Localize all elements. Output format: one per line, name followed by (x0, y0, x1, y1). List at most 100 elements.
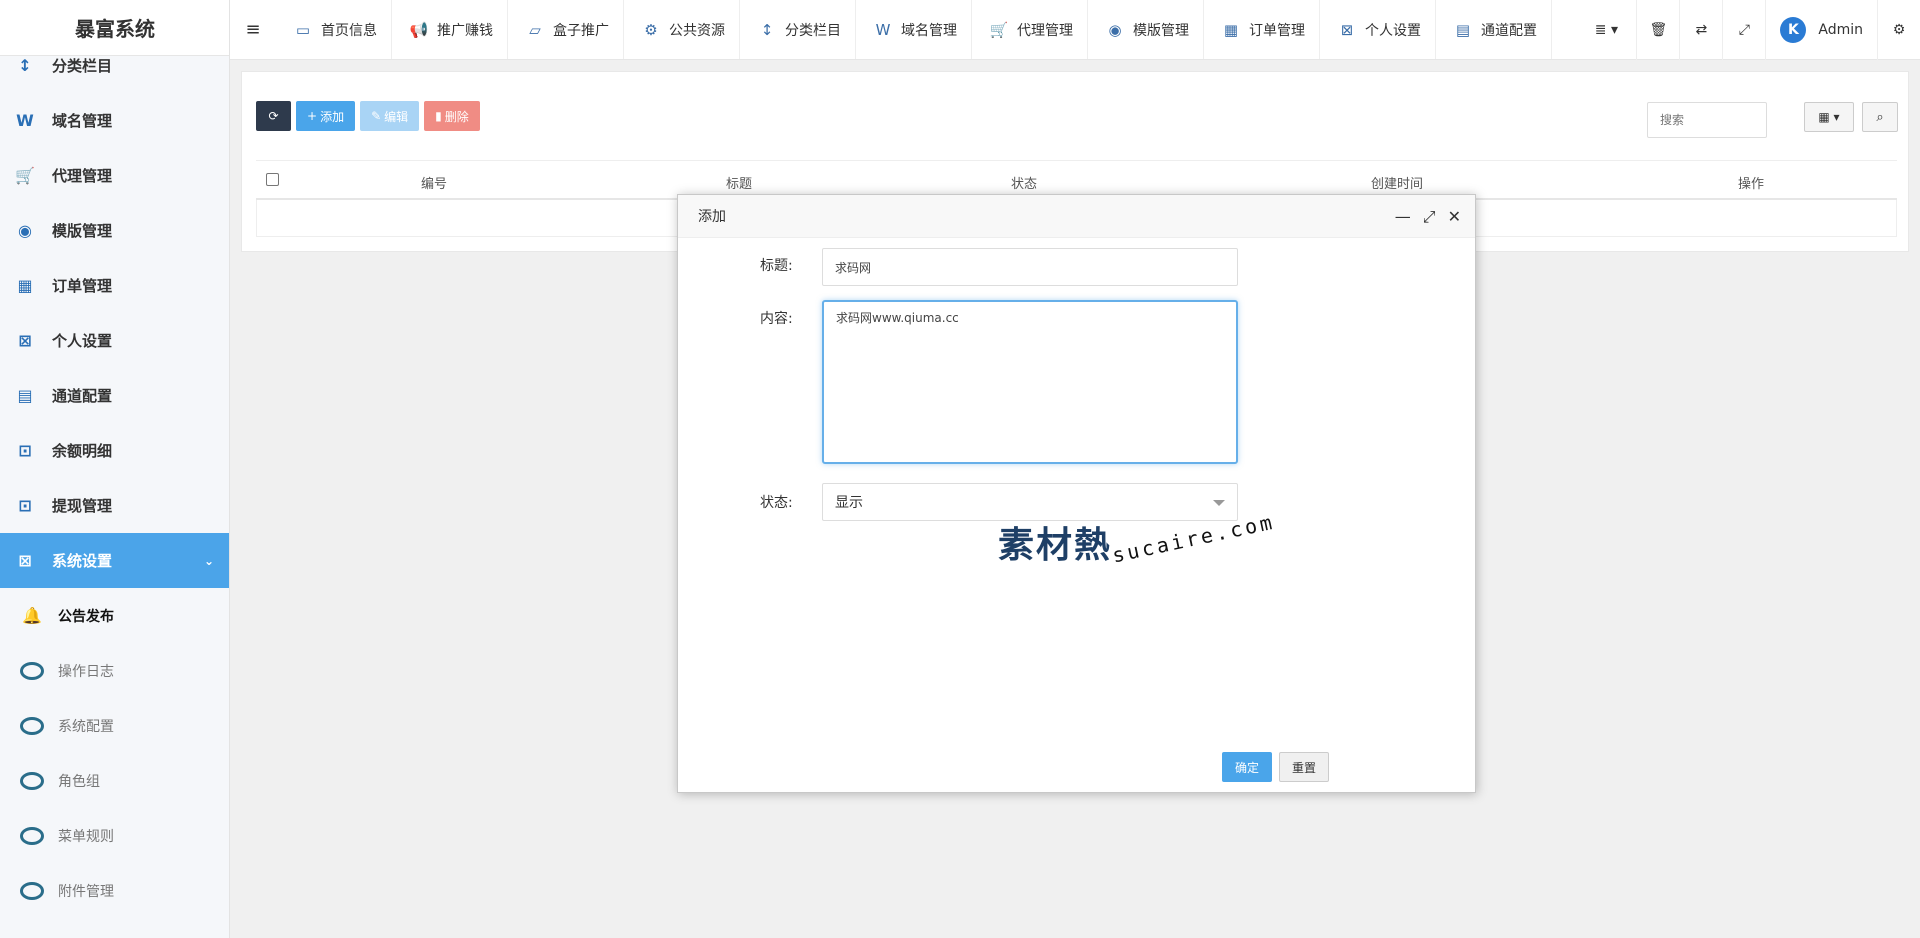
category-icon: ↕ (760, 20, 774, 39)
nav-item-agent[interactable]: 🛒 代理管理 (972, 0, 1088, 59)
sidebar-subitem-role-group[interactable]: 角色组 (0, 753, 229, 808)
sidebar-subitem-label: 菜单规则 (58, 828, 114, 845)
settings-gear-icon[interactable]: ⚙ (1877, 0, 1920, 60)
search-button[interactable]: ⌕ (1862, 102, 1898, 132)
channel-icon: ▤ (17, 386, 33, 405)
dialog-title: 添加 (698, 209, 726, 225)
sidebar-item-label: 余额明细 (52, 442, 113, 460)
sidebar-subitem-system-config[interactable]: 系统配置 (0, 698, 229, 753)
column-header-created[interactable]: 创建时间 (1371, 173, 1423, 192)
sidebar-subitem-operation-log[interactable]: 操作日志 (0, 643, 229, 698)
nav-item-template[interactable]: ◉ 模版管理 (1088, 0, 1204, 59)
sidebar-item-label: 订单管理 (52, 277, 113, 295)
sidebar: ↕ 分类栏目 W 域名管理 🛒 代理管理 ◉ 模版管理 ▦ 订单管理 ⊠ 个人设置 ▤ 通道配… (0, 0, 230, 938)
nav-item-personal[interactable]: ⊠ 个人设置 (1320, 0, 1436, 59)
title-label: 标题: (760, 258, 793, 274)
app-title: 暴富系统 (75, 17, 155, 41)
nav-item-domain[interactable]: W 域名管理 (856, 0, 972, 59)
category-icon: ↕ (18, 56, 32, 75)
more-menu-icon[interactable]: ≣ ▾ (1576, 0, 1636, 60)
select-all-checkbox[interactable] (266, 173, 279, 186)
add-dialog: 添加 — ⤢ ✕ 标题: 求码网 内容: 求码网www.qiuma.cc 状态:… (677, 194, 1476, 793)
watermark: 素材熱 sucaire.com (998, 510, 1277, 586)
sidebar-subitem-label: 系统配置 (58, 718, 114, 735)
sidebar-item-balance[interactable]: ⊡ 余额明细 (0, 423, 229, 478)
sidebar-item-label: 域名管理 (52, 112, 113, 130)
search-input[interactable] (1647, 102, 1767, 138)
sidebar-item-domain[interactable]: W 域名管理 (0, 93, 229, 148)
add-button[interactable]: + 添加 (296, 101, 356, 131)
sidebar-subitem-announcement[interactable]: 🔔 公告发布 (0, 588, 229, 643)
sidebar-item-label: 代理管理 (52, 167, 113, 185)
template-icon: ◉ (1108, 20, 1122, 39)
language-icon[interactable]: ⇄ (1679, 0, 1722, 60)
fullscreen-icon[interactable]: ⤢ (1722, 0, 1765, 60)
watermark-text: sucaire.com (1110, 509, 1277, 568)
table-toolbar: ⟳ + 添加 ✎ 编辑 ▮ 删除 (256, 101, 480, 131)
title-field[interactable]: 求码网 (822, 248, 1238, 286)
nav-item-order[interactable]: ▦ 订单管理 (1204, 0, 1320, 59)
sidebar-item-channel[interactable]: ▤ 通道配置 (0, 368, 229, 423)
column-header-status[interactable]: 状态 (1011, 173, 1037, 192)
column-header-title[interactable]: 标题 (726, 173, 752, 192)
nav-item-label: 首页信息 (321, 22, 377, 39)
sidebar-item-withdraw[interactable]: ⊡ 提现管理 (0, 478, 229, 533)
column-header-id[interactable]: 编号 (421, 173, 447, 192)
sidebar-subitem-attachments[interactable]: 附件管理 (0, 863, 229, 918)
megaphone-icon: 📢 (409, 20, 429, 39)
sidebar-item-personal[interactable]: ⊠ 个人设置 (0, 313, 229, 368)
personal-settings-icon: ⊠ (1340, 20, 1354, 39)
clear-cache-icon[interactable]: 🗑 (1636, 0, 1679, 60)
box-icon: ▱ (529, 20, 541, 39)
user-menu[interactable]: K Admin (1765, 0, 1877, 60)
edit-button-label: 编辑 (384, 109, 409, 124)
cart-icon: 🛒 (989, 20, 1009, 39)
sidebar-item-label: 分类栏目 (52, 57, 113, 75)
app-logo[interactable]: 暴富系统 (0, 0, 229, 56)
refresh-button[interactable]: ⟳ (256, 101, 291, 131)
add-button-label: 添加 (320, 109, 345, 124)
nav-item-label: 推广赚钱 (437, 22, 493, 39)
column-header-actions[interactable]: 操作 (1738, 173, 1764, 192)
nav-item-label: 通道配置 (1481, 22, 1537, 39)
cart-icon: 🛒 (15, 166, 35, 185)
dashboard-icon: ▭ (295, 20, 311, 39)
grid-icon: ▦ ▾ (1818, 110, 1840, 124)
search-icon: ⌕ (1876, 109, 1884, 125)
confirm-button[interactable]: 确定 (1222, 752, 1272, 782)
sidebar-item-system-settings[interactable]: ⊠ 系统设置 ⌄ (0, 533, 229, 588)
sidebar-item-label: 提现管理 (52, 497, 113, 515)
sidebar-item-label: 系统设置 (52, 552, 113, 570)
channel-icon: ▤ (1455, 20, 1471, 39)
close-icon[interactable]: ✕ (1448, 207, 1461, 226)
sidebar-item-agent[interactable]: 🛒 代理管理 (0, 148, 229, 203)
nav-item-category[interactable]: ↕ 分类栏目 (740, 0, 856, 59)
delete-button[interactable]: ▮ 删除 (424, 101, 480, 131)
nav-item-label: 分类栏目 (785, 22, 841, 39)
nav-item-label: 模版管理 (1133, 22, 1189, 39)
nav-item-box[interactable]: ▱ 盒子推广 (508, 0, 624, 59)
nav-item-channel[interactable]: ▤ 通道配置 (1436, 0, 1552, 59)
balance-icon: ⊡ (18, 441, 32, 460)
sidebar-item-template[interactable]: ◉ 模版管理 (0, 203, 229, 258)
maximize-icon[interactable]: ⤢ (1423, 207, 1436, 227)
content-textarea[interactable]: 求码网www.qiuma.cc (822, 300, 1238, 464)
columns-toggle-button[interactable]: ▦ ▾ (1804, 102, 1854, 132)
nav-item-dashboard[interactable]: ▭ 首页信息 (276, 0, 392, 59)
reset-button[interactable]: 重置 (1279, 752, 1329, 782)
plus-icon: + (307, 109, 318, 123)
domain-icon: W (16, 111, 34, 130)
menu-toggle-icon[interactable]: ≡ (230, 0, 276, 59)
watermark-logo: 素材熱 (998, 525, 1113, 566)
sidebar-subitem-menu-rules[interactable]: 菜单规则 (0, 808, 229, 863)
nav-item-resources[interactable]: ⚙ 公共资源 (624, 0, 740, 59)
nav-item-label: 域名管理 (901, 22, 957, 39)
refresh-icon: ⟳ (268, 109, 279, 123)
status-select-value: 显示 (835, 495, 863, 511)
top-navbar: ≡ ▭ 首页信息 📢 推广赚钱 ▱ 盒子推广 ⚙ 公共资源 ↕ 分类栏目 W 域名管理 🛒 代… (230, 0, 1920, 60)
minimize-icon[interactable]: — (1395, 207, 1411, 226)
sidebar-item-order[interactable]: ▦ 订单管理 (0, 258, 229, 313)
edit-button[interactable]: ✎ 编辑 (360, 101, 420, 131)
circle-icon (20, 881, 44, 900)
nav-item-promotion[interactable]: 📢 推广赚钱 (392, 0, 508, 59)
